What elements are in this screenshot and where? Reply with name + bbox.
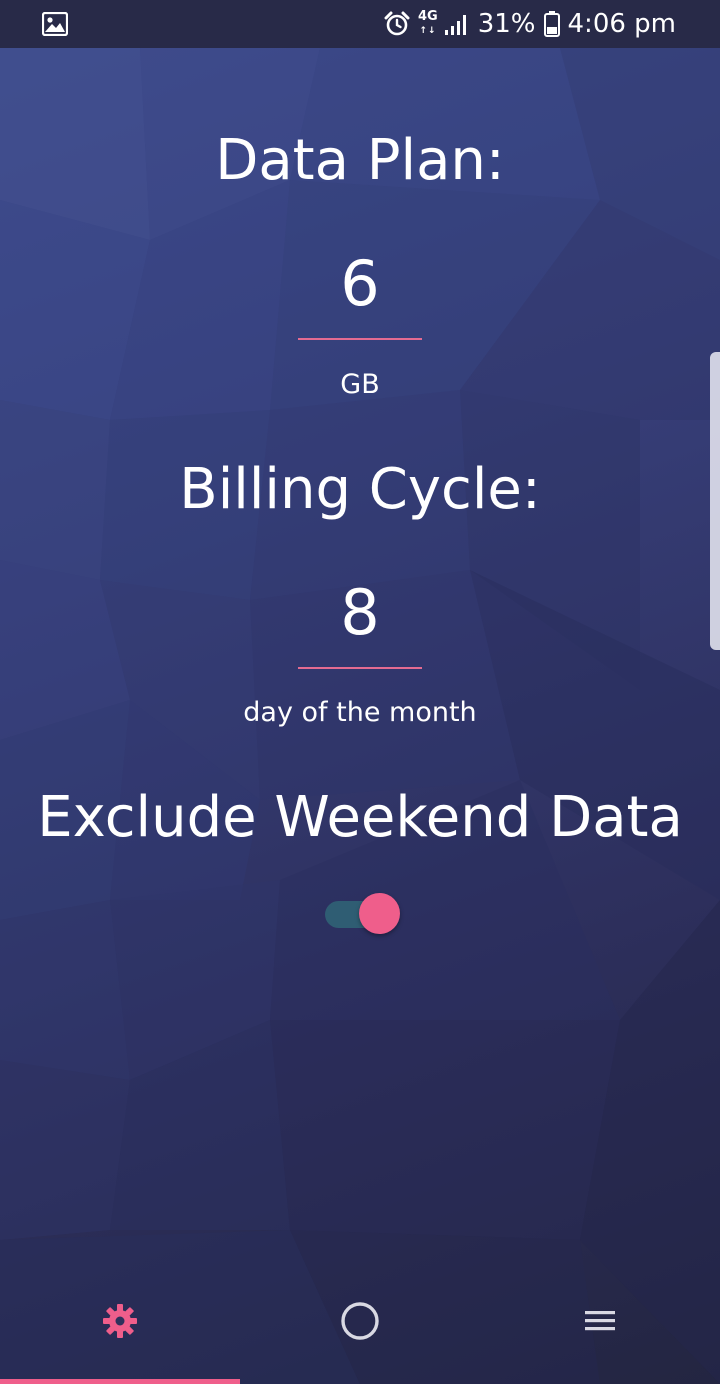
battery-icon (543, 11, 560, 37)
nav-settings-button[interactable] (0, 1262, 240, 1380)
battery-percent: 31% (477, 9, 536, 39)
data-plan-value[interactable]: 6 (298, 246, 422, 340)
nav-home-button[interactable] (240, 1262, 480, 1380)
nav-menu-button[interactable] (480, 1262, 720, 1380)
network-type: 4G ↑↓ (418, 9, 438, 37)
background-pattern (0, 48, 720, 1384)
gallery-icon (42, 12, 68, 36)
status-indicators: 4G ↑↓ 31% 4:06 pm (384, 0, 676, 48)
bottom-navigation (0, 1262, 720, 1384)
circle-icon (341, 1302, 379, 1340)
menu-icon (585, 1311, 615, 1331)
billing-cycle-input[interactable]: 8 (298, 575, 422, 669)
alarm-icon (384, 11, 410, 36)
status-bar: 4G ↑↓ 31% 4:06 pm (0, 0, 720, 48)
data-plan-title: Data Plan: (215, 128, 505, 193)
signal-icon (444, 15, 466, 35)
gear-icon (103, 1304, 137, 1338)
scrollbar[interactable] (710, 352, 720, 650)
exclude-weekend-toggle[interactable] (324, 892, 402, 936)
active-tab-indicator (0, 1379, 240, 1384)
data-plan-unit: GB (340, 369, 380, 400)
billing-cycle-unit: day of the month (243, 697, 477, 728)
exclude-weekend-title: Exclude Weekend Data (37, 785, 683, 850)
billing-cycle-value[interactable]: 8 (298, 575, 422, 669)
status-time: 4:06 pm (567, 9, 676, 39)
toggle-thumb[interactable] (359, 893, 400, 934)
billing-cycle-title: Billing Cycle: (179, 457, 541, 522)
data-plan-input[interactable]: 6 (298, 246, 422, 340)
